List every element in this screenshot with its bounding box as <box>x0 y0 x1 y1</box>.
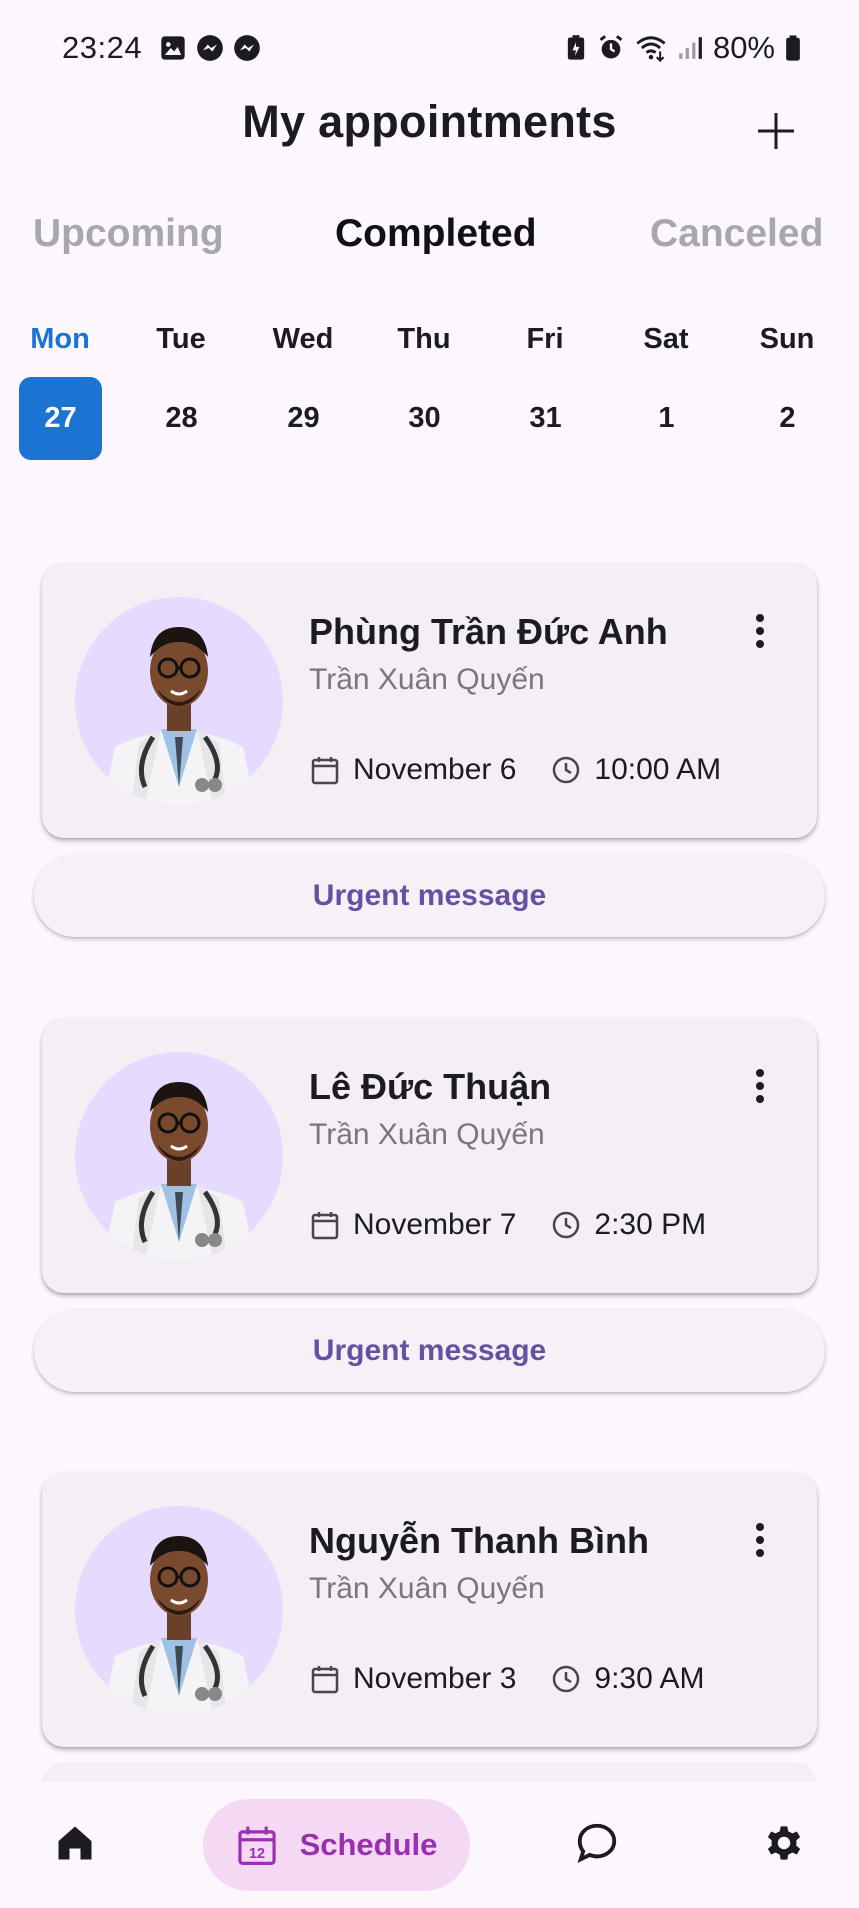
doctor-name: Trần Xuân Quyến <box>309 663 545 696</box>
gear-icon <box>767 1826 801 1860</box>
more-vertical-icon <box>756 1523 764 1557</box>
more-vertical-icon <box>756 614 764 648</box>
nav-home[interactable] <box>45 1813 105 1873</box>
doctor-name: Trần Xuân Quyến <box>309 1572 545 1605</box>
urgent-message-button[interactable]: Urgent message <box>34 1310 825 1392</box>
appointment-time: 9:30 AM <box>594 1662 705 1695</box>
day-name-tue: Tue <box>156 323 206 355</box>
patient-name: Lê Đức Thuận <box>309 1066 552 1107</box>
gallery-icon <box>161 36 185 60</box>
day-name-wed: Wed <box>272 323 334 355</box>
day-name-sat: Sat <box>643 323 689 355</box>
appointment-time: 2:30 PM <box>594 1208 707 1241</box>
plus-icon <box>758 113 794 149</box>
appointment-meta: November 3 9:30 AM <box>309 1662 704 1696</box>
day-name-sun: Sun <box>759 323 815 355</box>
patient-name: Phùng Trần Đức Anh <box>309 611 668 652</box>
clock-icon <box>553 1665 580 1693</box>
more-options-button[interactable] <box>742 609 778 653</box>
doctor-avatar <box>75 597 283 805</box>
appointment-date: November 3 <box>353 1662 517 1695</box>
battery-percentage: 80% <box>712 30 775 65</box>
tab-canceled[interactable]: Canceled <box>650 212 823 256</box>
day-27[interactable]: 27 <box>19 377 102 460</box>
chat-bubble-icon <box>577 1823 617 1863</box>
day-2[interactable]: 2 <box>746 377 829 460</box>
day-name-mon: Mon <box>30 323 90 355</box>
status-left-icons <box>159 34 261 62</box>
appointment-meta: November 7 2:30 PM <box>309 1208 706 1242</box>
day-31[interactable]: 31 <box>504 377 587 460</box>
nav-schedule[interactable]: 12 Schedule <box>203 1799 470 1891</box>
doctor-name: Trần Xuân Quyến <box>309 1118 545 1151</box>
more-options-button[interactable] <box>742 1064 778 1108</box>
doctor-avatar <box>75 1052 283 1260</box>
calendar-icon: 12 <box>237 1826 276 1865</box>
signal-icon <box>679 37 702 59</box>
status-right: 80% <box>565 30 801 66</box>
battery-saver-icon <box>567 35 585 60</box>
nav-schedule-label: Schedule <box>299 1827 438 1862</box>
doctor-avatar <box>75 1506 283 1714</box>
calendar-icon <box>311 1212 339 1240</box>
appointment-card[interactable]: Lê Đức Thuận Trần Xuân Quyến November 7 … <box>42 1018 817 1293</box>
day-1[interactable]: 1 <box>625 377 708 460</box>
appointment-card[interactable]: Phùng Trần Đức Anh Trần Xuân Quyến Novem… <box>42 563 817 838</box>
nav-messages[interactable] <box>567 1813 627 1873</box>
more-options-button[interactable] <box>742 1518 778 1562</box>
bottom-navigation: 12 Schedule <box>0 1782 859 1908</box>
home-icon <box>58 1826 92 1860</box>
messenger-icon <box>197 35 223 61</box>
calendar-icon <box>311 757 339 785</box>
battery-icon <box>786 35 800 61</box>
day-name-thu: Thu <box>397 323 451 355</box>
more-vertical-icon <box>756 1069 764 1103</box>
appointment-date: November 7 <box>353 1208 517 1241</box>
add-appointment-button[interactable] <box>751 106 801 156</box>
page-title: My appointments <box>242 96 617 147</box>
day-30[interactable]: 30 <box>383 377 466 460</box>
calendar-icon <box>311 1666 339 1694</box>
wifi-icon <box>636 36 666 62</box>
nav-settings[interactable] <box>754 1813 814 1873</box>
clock-icon <box>553 756 580 784</box>
day-29[interactable]: 29 <box>262 377 345 460</box>
patient-name: Nguyễn Thanh Bình <box>309 1520 649 1561</box>
day-28[interactable]: 28 <box>140 377 223 460</box>
appointment-card[interactable]: Nguyễn Thanh Bình Trần Xuân Quyến Novemb… <box>42 1472 817 1747</box>
clock-icon <box>553 1211 580 1239</box>
appointment-time: 10:00 AM <box>594 753 722 786</box>
tab-upcoming[interactable]: Upcoming <box>33 212 224 256</box>
svg-text:12: 12 <box>249 1846 265 1862</box>
status-bar: 23:24 80% <box>0 0 859 96</box>
status-time: 23:24 <box>62 30 143 65</box>
day-name-fri: Fri <box>526 323 564 355</box>
urgent-message-button[interactable]: Urgent message <box>34 855 825 937</box>
appointment-date: November 6 <box>353 753 517 786</box>
alarm-icon <box>599 35 623 59</box>
messenger-icon <box>234 35 260 61</box>
tab-completed[interactable]: Completed <box>335 212 537 256</box>
appointment-meta: November 6 10:00 AM <box>309 753 721 787</box>
